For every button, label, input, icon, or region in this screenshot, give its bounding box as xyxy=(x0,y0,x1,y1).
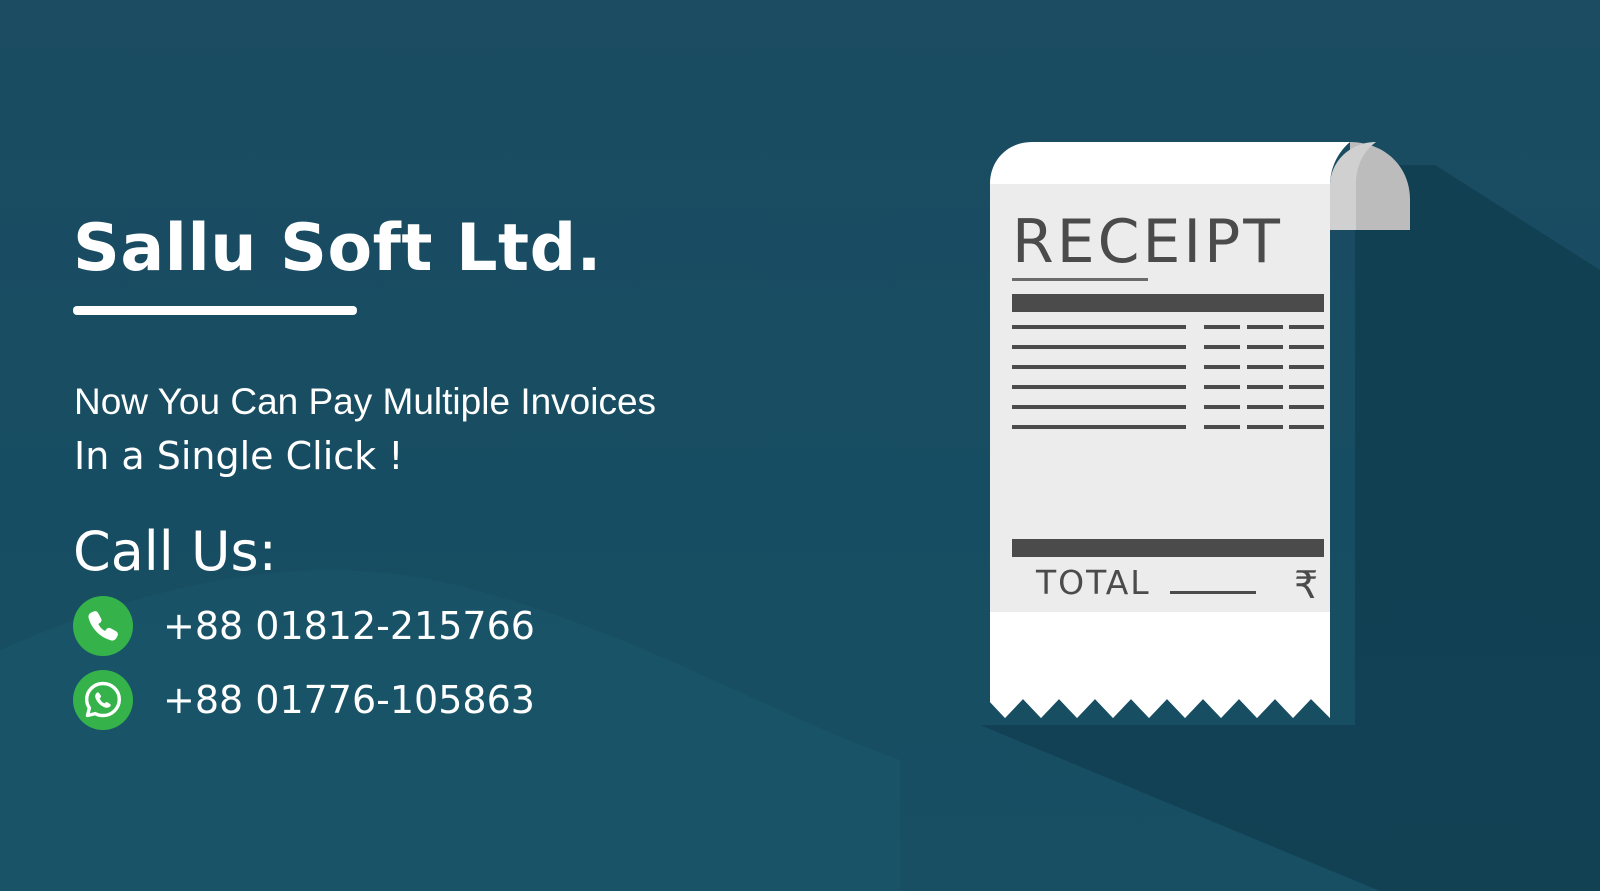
call-us-heading: Call Us: xyxy=(73,520,277,583)
phone-number[interactable]: +88 01812-215766 xyxy=(163,602,535,650)
whatsapp-number[interactable]: +88 01776-105863 xyxy=(163,676,535,724)
phone-icon xyxy=(73,596,133,656)
tagline-line-2: In a Single Click ! xyxy=(74,434,404,478)
receipt-tear-strip xyxy=(990,612,1330,718)
receipt-header-bar xyxy=(1012,294,1324,312)
whatsapp-icon xyxy=(73,670,133,730)
whatsapp-icon-graphic xyxy=(73,670,133,730)
tagline-line-1: Now You Can Pay Multiple Invoices xyxy=(74,381,657,422)
receipt-total-label: TOTAL xyxy=(1035,563,1151,602)
currency-symbol: ₹ xyxy=(1294,563,1318,607)
receipt-title: RECEIPT xyxy=(1012,207,1283,277)
receipt-illustration: RECEIPT TOTAL ₹ xyxy=(990,142,1450,734)
phone-contact-row[interactable]: +88 01812-215766 xyxy=(73,596,593,656)
receipt-graphic: RECEIPT TOTAL ₹ xyxy=(990,142,1410,718)
receipt-top-curl xyxy=(990,142,1350,186)
company-name: Sallu Soft Ltd. xyxy=(73,211,602,286)
receipt-total-bar xyxy=(1012,539,1324,557)
receipt-total-line xyxy=(1170,591,1256,594)
whatsapp-contact-row[interactable]: +88 01776-105863 xyxy=(73,670,593,730)
title-underline xyxy=(73,306,357,315)
receipt-title-underline xyxy=(1012,278,1148,281)
phone-icon-graphic xyxy=(73,596,133,656)
promo-banner: Sallu Soft Ltd. Now You Can Pay Multiple… xyxy=(0,0,1600,891)
